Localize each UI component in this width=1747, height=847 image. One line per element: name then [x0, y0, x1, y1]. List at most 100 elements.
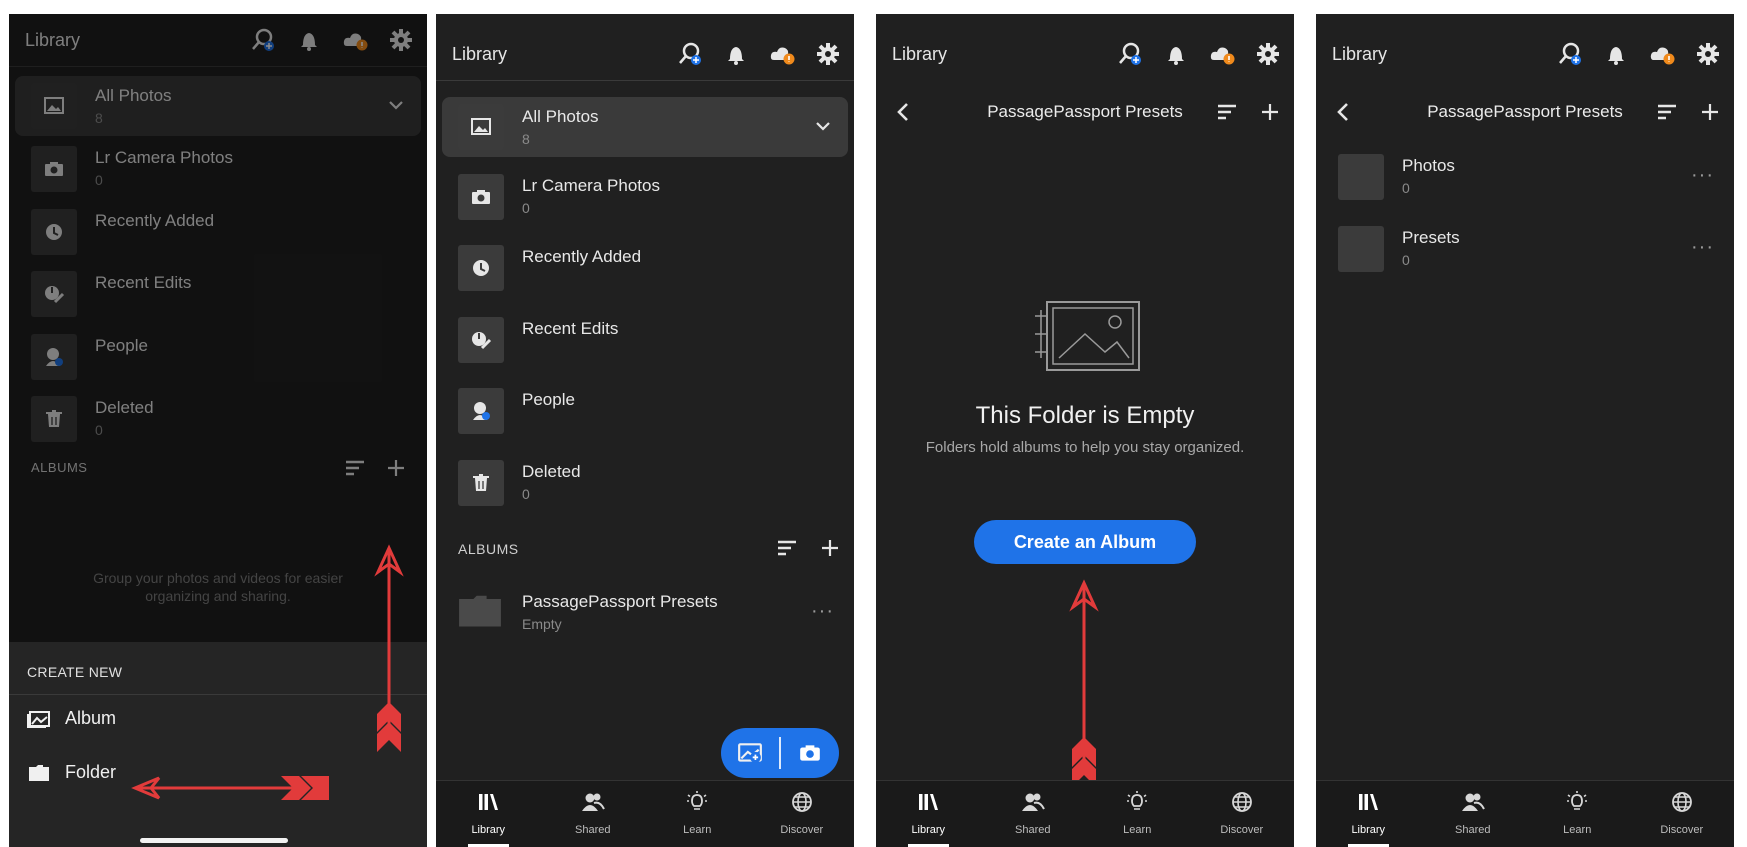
- screen-empty-folder: Library PassagePassport Presets This Fol…: [876, 14, 1294, 847]
- add-plus-icon[interactable]: [1258, 100, 1282, 124]
- person-icon: [458, 388, 504, 434]
- top-bar: Library: [436, 28, 854, 80]
- top-icons: [1556, 40, 1722, 68]
- screen-library-with-folder: Library All Photos 8 Lr Camera Photos 0 …: [436, 14, 854, 847]
- top-icons: [1116, 40, 1282, 68]
- album-count: 0: [1402, 252, 1410, 268]
- cloud-sync-icon[interactable]: [1208, 40, 1236, 68]
- camera-icon: [800, 745, 820, 761]
- image-icon: [458, 104, 504, 150]
- row-name: Deleted: [522, 462, 581, 481]
- more-options-button[interactable]: ···: [1691, 237, 1714, 257]
- more-options-button[interactable]: ···: [811, 601, 834, 621]
- search-people-icon[interactable]: [676, 40, 704, 68]
- nav-label: Shared: [575, 824, 611, 836]
- nav-shared[interactable]: Shared: [981, 781, 1086, 847]
- nav-library[interactable]: Library: [436, 781, 541, 847]
- library-icon: [475, 789, 501, 815]
- album-thumbnail: [1338, 154, 1384, 200]
- album-thumbnail: [1338, 226, 1384, 272]
- page-title: Library: [452, 44, 508, 64]
- create-album-button[interactable]: Create an Album: [974, 520, 1196, 564]
- nav-label: Library: [471, 824, 506, 836]
- album-icon: [27, 709, 51, 729]
- row-count: 8: [522, 131, 530, 147]
- library-icon: [915, 789, 941, 815]
- cloud-sync-icon[interactable]: [768, 40, 796, 68]
- shared-people-icon: [1020, 789, 1046, 815]
- nav-discover[interactable]: Discover: [1190, 781, 1295, 847]
- add-album-plus-icon[interactable]: [818, 536, 842, 560]
- folder-header: PassagePassport Presets: [876, 84, 1294, 140]
- more-options-button[interactable]: ···: [1691, 165, 1714, 185]
- nav-learn[interactable]: Learn: [1525, 781, 1630, 847]
- folder-header: PassagePassport Presets: [1316, 84, 1734, 140]
- row-name: Recently Added: [522, 247, 642, 266]
- bottom-nav: Library Shared Learn Discover: [876, 780, 1294, 847]
- search-people-icon[interactable]: [1116, 40, 1144, 68]
- edits-icon: [458, 317, 504, 363]
- top-bar: Library: [1316, 28, 1734, 80]
- list-item-all-photos[interactable]: All Photos 8: [442, 97, 848, 157]
- nav-library[interactable]: Library: [1316, 781, 1421, 847]
- create-album-option[interactable]: Album: [27, 708, 116, 729]
- sort-icon[interactable]: [1215, 100, 1239, 124]
- add-photo-icon: [737, 742, 763, 764]
- folder-item[interactable]: PassagePassport Presets Empty ···: [436, 582, 854, 646]
- nav-label: Discover: [780, 824, 824, 836]
- nav-learn[interactable]: Learn: [645, 781, 750, 847]
- lightbulb-icon: [1124, 789, 1150, 815]
- nav-discover[interactable]: Discover: [750, 781, 855, 847]
- nav-shared[interactable]: Shared: [1421, 781, 1526, 847]
- nav-shared[interactable]: Shared: [541, 781, 646, 847]
- list-item-camera-photos[interactable]: Lr Camera Photos 0: [436, 166, 854, 230]
- globe-icon: [1669, 789, 1695, 815]
- dim-overlay[interactable]: [9, 14, 427, 642]
- gear-icon[interactable]: [814, 40, 842, 68]
- list-item-people[interactable]: People: [436, 380, 854, 444]
- nav-discover[interactable]: Discover: [1630, 781, 1735, 847]
- bell-icon[interactable]: [722, 40, 750, 68]
- nav-label: Learn: [1123, 824, 1152, 836]
- folder-label: Folder: [65, 762, 117, 782]
- album-label: Album: [65, 708, 117, 728]
- list-item-recent-edits[interactable]: Recent Edits: [436, 309, 854, 373]
- gear-icon[interactable]: [1254, 40, 1282, 68]
- create-folder-option[interactable]: Folder: [27, 762, 116, 783]
- camera-icon: [458, 174, 504, 220]
- album-item-photos[interactable]: Photos 0 ···: [1316, 146, 1734, 210]
- folder-status: Empty: [522, 616, 562, 632]
- nav-label: Discover: [1220, 824, 1264, 836]
- camera-button[interactable]: [781, 741, 839, 765]
- nav-library[interactable]: Library: [876, 781, 981, 847]
- gear-icon[interactable]: [1694, 40, 1722, 68]
- page-title: Library: [892, 44, 948, 64]
- clock-icon: [458, 245, 504, 291]
- top-bar: Library: [876, 28, 1294, 80]
- bottom-nav: Library Shared Learn Discover: [436, 780, 854, 847]
- annotation-arrow-up: [1069, 579, 1099, 787]
- nav-learn[interactable]: Learn: [1085, 781, 1190, 847]
- album-item-presets[interactable]: Presets 0 ···: [1316, 218, 1734, 282]
- add-plus-icon[interactable]: [1698, 100, 1722, 124]
- search-people-icon[interactable]: [1556, 40, 1584, 68]
- list-item-recently-added[interactable]: Recently Added: [436, 237, 854, 301]
- sort-icon[interactable]: [775, 536, 799, 560]
- sort-icon[interactable]: [1655, 100, 1679, 124]
- bottom-nav: Library Shared Learn Discover: [1316, 780, 1734, 847]
- list-item-deleted[interactable]: Deleted 0: [436, 452, 854, 516]
- bell-icon[interactable]: [1602, 40, 1630, 68]
- shared-people-icon: [1460, 789, 1486, 815]
- bell-icon[interactable]: [1162, 40, 1190, 68]
- chevron-down-icon[interactable]: [814, 117, 832, 135]
- screen-folder-with-albums: Library PassagePassport Presets Photos 0…: [1316, 14, 1734, 847]
- nav-label: Library: [1351, 824, 1386, 836]
- nav-label: Shared: [1455, 824, 1491, 836]
- cloud-sync-icon[interactable]: [1648, 40, 1676, 68]
- screen-library-create-menu: Library All Photos 8 Lr Camera Photos 0 …: [9, 14, 427, 847]
- row-name: People: [522, 390, 575, 409]
- add-photos-button[interactable]: [721, 742, 779, 764]
- folder-icon: [27, 763, 51, 783]
- shared-people-icon: [580, 789, 606, 815]
- create-new-sheet: CREATE NEW Album Folder: [9, 642, 427, 847]
